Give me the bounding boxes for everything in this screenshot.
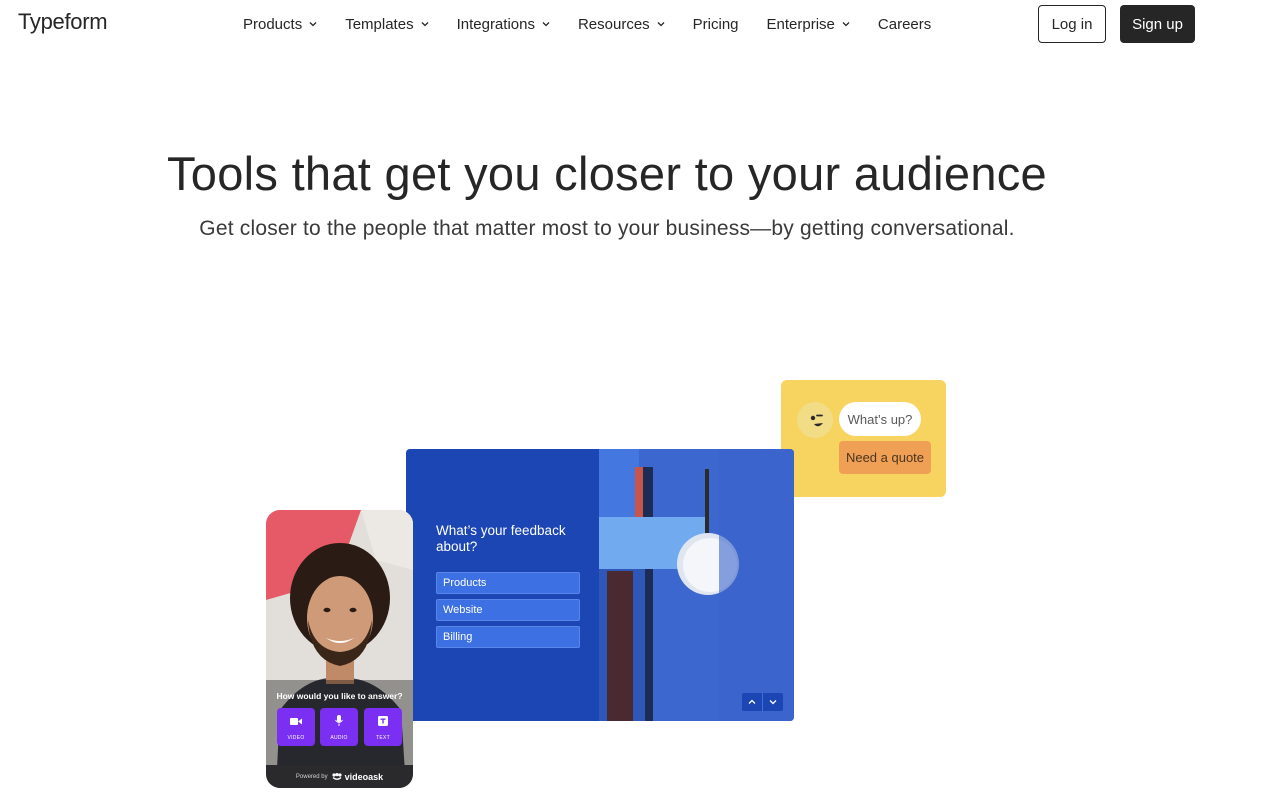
- nav-label: Templates: [345, 15, 414, 33]
- signup-button[interactable]: Sign up: [1120, 5, 1195, 43]
- microphone-icon: [335, 713, 343, 731]
- chevron-down-icon: [842, 20, 850, 28]
- form-nav-buttons: [742, 693, 783, 711]
- site-header: Typeform Products Templates Integrations…: [0, 0, 1280, 46]
- form-option-products[interactable]: Products: [436, 572, 580, 594]
- chat-bubble-question: What’s up?: [839, 402, 921, 436]
- nav-item-products[interactable]: Products: [243, 14, 317, 34]
- chevron-down-icon: [421, 20, 429, 28]
- form-option-billing[interactable]: Billing: [436, 626, 580, 648]
- button-label: VIDEO: [287, 735, 305, 741]
- answer-audio-button[interactable]: AUDIO: [320, 708, 358, 746]
- chevron-down-icon: [542, 20, 550, 28]
- chevron-up-icon[interactable]: [742, 693, 762, 711]
- chevron-down-icon: [657, 20, 665, 28]
- phone-question: How would you like to answer?: [276, 691, 403, 701]
- text-icon: [378, 713, 388, 731]
- nav-label: Integrations: [456, 15, 535, 33]
- main-nav: Products Templates Integrations Resource…: [243, 14, 959, 34]
- form-question: What’s your feedback about?: [436, 523, 566, 554]
- videoask-logo-icon: [331, 773, 342, 780]
- nav-label: Resources: [577, 15, 650, 33]
- nav-item-resources[interactable]: Resources: [578, 14, 665, 34]
- typeform-logo[interactable]: Typeform: [18, 9, 108, 35]
- answer-video-button[interactable]: VIDEO: [277, 708, 315, 746]
- phone-footer: Powered by videoask: [266, 765, 413, 788]
- nav-item-integrations[interactable]: Integrations: [457, 14, 550, 34]
- videoask-phone-card: How would you like to answer? VIDEO AUDI…: [266, 510, 413, 788]
- form-option-website[interactable]: Website: [436, 599, 580, 621]
- chevron-down-icon: [309, 20, 317, 28]
- lamp-photo: [599, 449, 794, 721]
- chat-bubble-answer: Need a quote: [839, 441, 931, 474]
- chat-illustration-card: What’s up? Need a quote: [781, 380, 946, 497]
- hero-subtitle: Get closer to the people that matter mos…: [199, 217, 1015, 240]
- nav-label: Pricing: [692, 15, 739, 33]
- video-camera-icon: [290, 713, 302, 731]
- form-illustration-card: What’s your feedback about? Products Web…: [406, 449, 794, 721]
- nav-label: Products: [243, 15, 303, 33]
- videoask-brand: videoask: [344, 771, 384, 782]
- nav-item-templates[interactable]: Templates: [345, 14, 429, 34]
- nav-item-pricing[interactable]: Pricing: [693, 14, 739, 34]
- hero-title: Tools that get you closer to your audien…: [166, 147, 1047, 200]
- nav-item-enterprise[interactable]: Enterprise: [767, 14, 850, 34]
- person-portrait-photo: [266, 510, 413, 788]
- login-button[interactable]: Log in: [1038, 5, 1106, 43]
- powered-by-label: Powered by: [295, 773, 328, 780]
- answer-text-button[interactable]: TEXT: [364, 708, 402, 746]
- smiley-face-icon: [797, 402, 833, 438]
- nav-item-careers[interactable]: Careers: [878, 14, 931, 34]
- button-label: AUDIO: [330, 735, 348, 741]
- button-label: TEXT: [376, 735, 390, 741]
- nav-label: Enterprise: [766, 15, 835, 33]
- chevron-down-icon[interactable]: [762, 693, 782, 711]
- nav-label: Careers: [877, 15, 932, 33]
